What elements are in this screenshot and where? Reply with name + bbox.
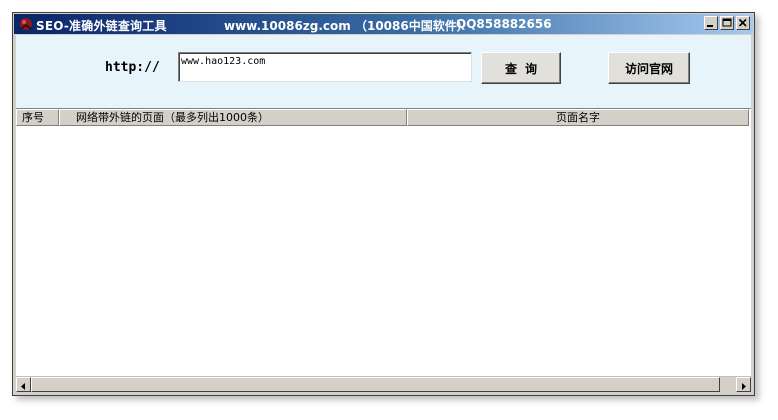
app-window: SEO-准确外链查询工具 www.10086zg.com （10086中国软件）… bbox=[12, 12, 755, 396]
app-logo-icon bbox=[18, 16, 34, 32]
scrollbar-thumb[interactable] bbox=[31, 377, 720, 392]
maximize-button[interactable] bbox=[720, 16, 734, 30]
query-button[interactable]: 查询 bbox=[481, 52, 561, 84]
scroll-left-button[interactable] bbox=[16, 377, 31, 392]
column-header-page[interactable]: 网络带外链的页面（最多列出1000条） bbox=[59, 109, 407, 126]
scrollbar-track[interactable] bbox=[31, 377, 736, 392]
title-bar[interactable]: SEO-准确外链查询工具 www.10086zg.com （10086中国软件）… bbox=[14, 14, 753, 34]
minimize-icon bbox=[707, 25, 713, 27]
close-button[interactable] bbox=[736, 16, 750, 30]
results-list[interactable]: 序号 网络带外链的页面（最多列出1000条） 页面名字 bbox=[16, 108, 751, 376]
close-icon bbox=[738, 18, 747, 27]
arrow-right-icon bbox=[742, 383, 746, 390]
window-site: www.10086zg.com （10086中国软件） bbox=[224, 19, 469, 33]
list-header: 序号 网络带外链的页面（最多列出1000条） 页面名字 bbox=[16, 109, 749, 126]
visit-website-button[interactable]: 访问官网 bbox=[608, 52, 690, 84]
http-prefix-label: http:// bbox=[105, 60, 160, 75]
column-header-page-name[interactable]: 页面名字 bbox=[407, 109, 749, 126]
minimize-button[interactable] bbox=[704, 16, 718, 30]
arrow-left-icon bbox=[21, 383, 25, 390]
maximize-icon bbox=[722, 18, 732, 27]
column-header-index[interactable]: 序号 bbox=[16, 109, 59, 126]
scroll-right-button[interactable] bbox=[736, 377, 751, 392]
query-panel: http:// www.hao123.com 查询 访问官网 bbox=[16, 35, 751, 108]
window-qq: QQ858882656 bbox=[456, 17, 552, 31]
window-title: SEO-准确外链查询工具 bbox=[36, 19, 167, 33]
url-input[interactable]: www.hao123.com bbox=[178, 52, 472, 82]
horizontal-scrollbar[interactable] bbox=[16, 376, 751, 392]
